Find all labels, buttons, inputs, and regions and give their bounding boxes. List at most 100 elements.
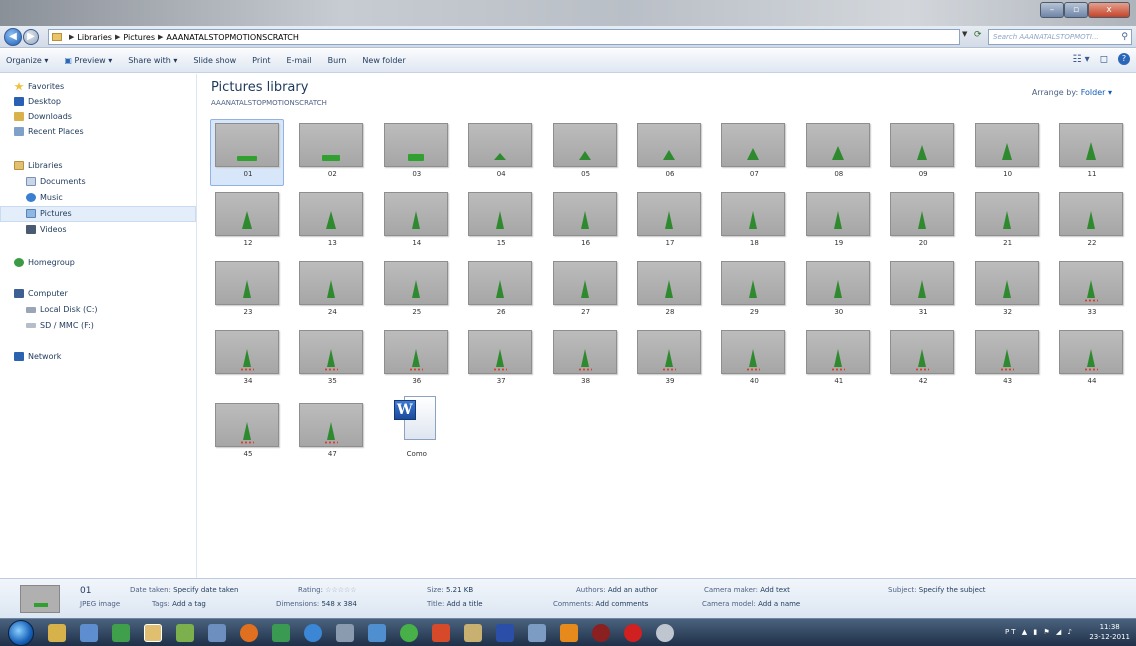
file-item[interactable]: 05 [548,119,622,186]
arrange-by-dropdown[interactable]: Folder ▾ [1081,88,1112,97]
start-button[interactable] [8,620,34,646]
organize-button[interactable]: Organize ▾ [6,56,48,65]
excel-taskbar-icon[interactable] [272,624,290,642]
details-date-taken[interactable]: Date taken: Specify date taken [130,586,238,594]
app-taskbar-icon[interactable] [464,624,482,642]
file-item[interactable]: 06 [632,119,706,186]
explorer-taskbar-icon[interactable] [48,624,66,642]
file-item[interactable]: 34 [210,326,284,393]
app-taskbar-icon[interactable] [400,624,418,642]
app-taskbar-icon[interactable] [496,624,514,642]
file-item[interactable]: 03 [379,119,453,186]
file-item[interactable]: 13 [294,188,368,255]
file-item[interactable]: 24 [294,257,368,324]
breadcrumb-libraries[interactable]: Libraries [77,33,112,42]
file-item[interactable]: 07 [716,119,790,186]
app-taskbar-icon[interactable] [656,624,674,642]
app-taskbar-icon[interactable] [560,624,578,642]
close-button[interactable]: x [1088,2,1130,18]
sidebar-item-recent[interactable]: Recent Places [14,127,84,136]
search-input[interactable]: Search AAANATALSTOPMOTI... ⚲ [988,29,1132,45]
file-item[interactable]: 35 [294,326,368,393]
file-item[interactable]: 31 [885,257,959,324]
app-taskbar-icon[interactable] [336,624,354,642]
sidebar-item-local-disk[interactable]: Local Disk (C:) [26,305,98,314]
details-authors[interactable]: Authors: Add an author [576,586,658,594]
window-titlebar[interactable]: – ▫ x [0,0,1136,26]
file-item[interactable]: 16 [548,188,622,255]
powerpoint-taskbar-icon[interactable] [432,624,450,642]
file-item[interactable]: 47 [294,399,368,466]
file-item[interactable]: 10 [970,119,1044,186]
sidebar-item-libraries[interactable]: Libraries [14,161,63,170]
app-taskbar-icon[interactable] [176,624,194,642]
details-subject[interactable]: Subject: Specify the subject [888,586,986,594]
sidebar-item-pictures[interactable]: Pictures [26,209,72,218]
forward-button[interactable]: ▶ [23,28,39,45]
details-rating[interactable]: Rating: ☆☆☆☆☆ [298,586,357,594]
sidebar-item-sd-mmc[interactable]: SD / MMC (F:) [26,321,94,330]
details-tags[interactable]: Tags: Add a tag [152,600,206,608]
details-camera-maker[interactable]: Camera maker: Add text [704,586,790,594]
library-subtitle[interactable]: AAANATALSTOPMOTIONSCRATCH [211,99,327,107]
new-folder-button[interactable]: New folder [362,56,405,65]
file-item[interactable]: 15 [463,188,537,255]
app-taskbar-icon[interactable] [80,624,98,642]
file-item[interactable]: 43 [970,326,1044,393]
file-item[interactable]: 27 [548,257,622,324]
file-item[interactable]: 29 [716,257,790,324]
file-item[interactable]: 23 [210,257,284,324]
app-taskbar-icon[interactable] [112,624,130,642]
file-item[interactable]: 33 [1054,257,1128,324]
sidebar-item-documents[interactable]: Documents [26,177,86,186]
file-item[interactable]: 39 [632,326,706,393]
maximize-button[interactable]: ▫ [1064,2,1088,18]
details-camera-model[interactable]: Camera model: Add a name [702,600,800,608]
file-item[interactable]: 11 [1054,119,1128,186]
slideshow-button[interactable]: Slide show [193,56,236,65]
sidebar-item-homegroup[interactable]: Homegroup [14,258,75,267]
details-comments[interactable]: Comments: Add comments [553,600,648,608]
ie-taskbar-icon[interactable] [304,624,322,642]
file-item[interactable]: W Como [379,396,453,466]
file-item[interactable]: 12 [210,188,284,255]
file-item[interactable]: 20 [885,188,959,255]
file-item[interactable]: 26 [463,257,537,324]
language-indicator[interactable]: PT [1005,628,1018,636]
help-icon[interactable]: ? [1118,53,1130,65]
breadcrumb-pictures[interactable]: Pictures [123,33,155,42]
sidebar-item-music[interactable]: Music [26,193,63,202]
file-item[interactable]: 42 [885,326,959,393]
file-item[interactable]: 18 [716,188,790,255]
sidebar-item-videos[interactable]: Videos [26,225,67,234]
sidebar-item-downloads[interactable]: Downloads [14,112,72,121]
address-dropdown-icon[interactable]: ▼ [962,30,967,38]
address-bar[interactable]: ▶ Libraries ▶ Pictures ▶ AAANATALSTOPMOT… [48,29,960,45]
sidebar-item-network[interactable]: Network [14,352,61,361]
sidebar-item-computer[interactable]: Computer [14,289,68,298]
app-taskbar-icon[interactable] [528,624,546,642]
file-item[interactable]: 22 [1054,188,1128,255]
file-item[interactable]: 28 [632,257,706,324]
preview-pane-icon[interactable]: ◻ [1100,54,1108,65]
file-item[interactable]: 19 [801,188,875,255]
file-item[interactable]: 37 [463,326,537,393]
file-item[interactable]: 32 [970,257,1044,324]
sidebar-item-desktop[interactable]: Desktop [14,97,61,106]
email-button[interactable]: E-mail [287,56,312,65]
share-with-button[interactable]: Share with ▾ [128,56,177,65]
breadcrumb-folder[interactable]: AAANATALSTOPMOTIONSCRATCH [166,33,298,42]
clock[interactable]: 11:38 23-12-2011 [1089,622,1130,642]
file-item[interactable]: 30 [801,257,875,324]
file-item[interactable]: 01 [210,119,284,186]
view-options-icon[interactable]: ☷ ▾ [1073,54,1090,65]
folder-taskbar-icon[interactable] [144,624,162,642]
opera-taskbar-icon[interactable] [624,624,642,642]
app-taskbar-icon[interactable] [208,624,226,642]
preview-button[interactable]: ▣ Preview ▾ [64,56,112,65]
file-item[interactable]: 14 [379,188,453,255]
file-item[interactable]: 17 [632,188,706,255]
search-icon[interactable]: ⚲ [1121,30,1128,44]
minimize-button[interactable]: – [1040,2,1064,18]
details-title[interactable]: Title: Add a title [427,600,483,608]
